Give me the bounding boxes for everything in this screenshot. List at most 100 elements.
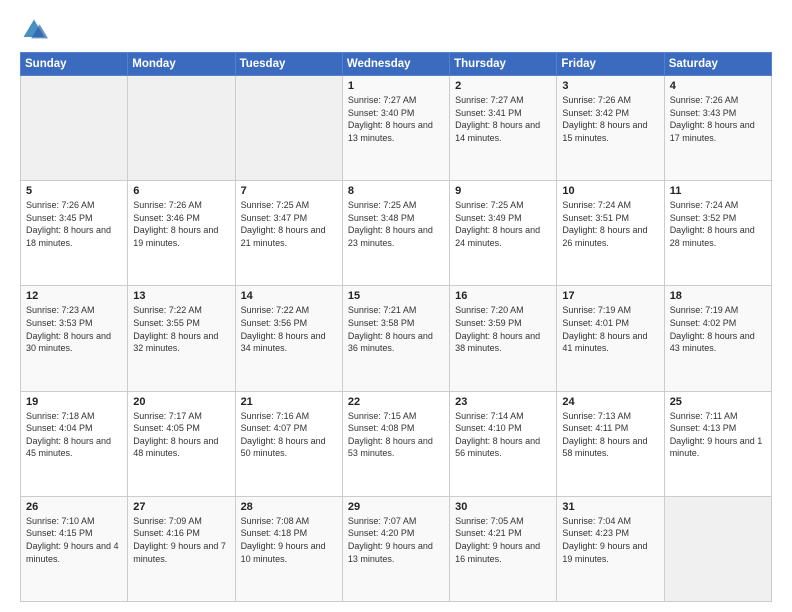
day-number: 12	[26, 290, 122, 302]
calendar-cell: 3 Sunrise: 7:26 AMSunset: 3:42 PMDaylight…	[557, 76, 664, 181]
calendar-week-5: 26 Sunrise: 7:10 AMSunset: 4:15 PMDayligh…	[21, 496, 772, 601]
day-number: 10	[562, 185, 658, 197]
day-info: Sunrise: 7:15 AMSunset: 4:08 PMDaylight:…	[348, 410, 444, 460]
day-number: 2	[455, 80, 551, 92]
day-number: 11	[670, 185, 766, 197]
weekday-header-sunday: Sunday	[21, 53, 128, 76]
calendar-cell: 2 Sunrise: 7:27 AMSunset: 3:41 PMDaylight…	[450, 76, 557, 181]
calendar-cell: 9Sunrise: 7:25 AMSunset: 3:49 PMDaylight…	[450, 181, 557, 286]
logo	[20, 16, 52, 44]
weekday-header-saturday: Saturday	[664, 53, 771, 76]
calendar-cell: 27Sunrise: 7:09 AMSunset: 4:16 PMDayligh…	[128, 496, 235, 601]
day-number: 3	[562, 80, 658, 92]
day-info: Sunrise: 7:27 AMSunset: 3:40 PMDaylight:…	[348, 94, 444, 144]
calendar-cell: 7 Sunrise: 7:25 AMSunset: 3:47 PMDaylight…	[235, 181, 342, 286]
calendar-cell: 26 Sunrise: 7:10 AMSunset: 4:15 PMDayligh…	[21, 496, 128, 601]
day-number: 7	[241, 185, 337, 197]
calendar-cell: 8 Sunrise: 7:25 AMSunset: 3:48 PMDaylight…	[342, 181, 449, 286]
calendar-cell: 23Sunrise: 7:14 AMSunset: 4:10 PMDayligh…	[450, 391, 557, 496]
calendar-cell: 4 Sunrise: 7:26 AMSunset: 3:43 PMDaylight…	[664, 76, 771, 181]
day-info: Sunrise: 7:04 AMSunset: 4:23 PMDaylight:…	[562, 515, 658, 565]
day-number: 14	[241, 290, 337, 302]
day-info: Sunrise: 7:07 AMSunset: 4:20 PMDaylight:…	[348, 515, 444, 565]
calendar-cell: 10 Sunrise: 7:24 AMSunset: 3:51 PMDayligh…	[557, 181, 664, 286]
day-number: 15	[348, 290, 444, 302]
day-info: Sunrise: 7:22 AMSunset: 3:56 PMDaylight:…	[241, 304, 337, 354]
day-number: 25	[670, 396, 766, 408]
calendar-cell: 6 Sunrise: 7:26 AMSunset: 3:46 PMDaylight…	[128, 181, 235, 286]
header	[20, 16, 772, 44]
day-info: Sunrise: 7:17 AMSunset: 4:05 PMDaylight:…	[133, 410, 229, 460]
day-info: Sunrise: 7:26 AMSunset: 3:46 PMDaylight:…	[133, 199, 229, 249]
weekday-header-tuesday: Tuesday	[235, 53, 342, 76]
calendar-cell: 1Sunrise: 7:27 AMSunset: 3:40 PMDaylight…	[342, 76, 449, 181]
weekday-header-wednesday: Wednesday	[342, 53, 449, 76]
day-number: 6	[133, 185, 229, 197]
day-number: 20	[133, 396, 229, 408]
day-info: Sunrise: 7:19 AMSunset: 4:02 PMDaylight:…	[670, 304, 766, 354]
weekday-header-thursday: Thursday	[450, 53, 557, 76]
calendar-cell	[128, 76, 235, 181]
day-number: 23	[455, 396, 551, 408]
calendar-week-1: 1Sunrise: 7:27 AMSunset: 3:40 PMDaylight…	[21, 76, 772, 181]
calendar-cell: 30Sunrise: 7:05 AMSunset: 4:21 PMDayligh…	[450, 496, 557, 601]
day-info: Sunrise: 7:23 AMSunset: 3:53 PMDaylight:…	[26, 304, 122, 354]
day-info: Sunrise: 7:26 AMSunset: 3:45 PMDaylight:…	[26, 199, 122, 249]
calendar-cell: 14 Sunrise: 7:22 AMSunset: 3:56 PMDayligh…	[235, 286, 342, 391]
page: SundayMondayTuesdayWednesdayThursdayFrid…	[0, 0, 792, 612]
day-info: Sunrise: 7:26 AMSunset: 3:43 PMDaylight:…	[670, 94, 766, 144]
calendar-table: SundayMondayTuesdayWednesdayThursdayFrid…	[20, 52, 772, 602]
calendar-cell: 18 Sunrise: 7:19 AMSunset: 4:02 PMDayligh…	[664, 286, 771, 391]
day-info: Sunrise: 7:18 AMSunset: 4:04 PMDaylight:…	[26, 410, 122, 460]
calendar-cell	[664, 496, 771, 601]
calendar-cell: 21 Sunrise: 7:16 AMSunset: 4:07 PMDayligh…	[235, 391, 342, 496]
calendar-week-2: 5Sunrise: 7:26 AMSunset: 3:45 PMDaylight…	[21, 181, 772, 286]
day-info: Sunrise: 7:25 AMSunset: 3:49 PMDaylight:…	[455, 199, 551, 249]
day-number: 16	[455, 290, 551, 302]
calendar-cell: 16 Sunrise: 7:20 AMSunset: 3:59 PMDayligh…	[450, 286, 557, 391]
day-number: 18	[670, 290, 766, 302]
logo-icon	[20, 16, 48, 44]
day-info: Sunrise: 7:16 AMSunset: 4:07 PMDaylight:…	[241, 410, 337, 460]
day-info: Sunrise: 7:27 AMSunset: 3:41 PMDaylight:…	[455, 94, 551, 144]
day-number: 28	[241, 501, 337, 513]
day-number: 31	[562, 501, 658, 513]
day-info: Sunrise: 7:08 AMSunset: 4:18 PMDaylight:…	[241, 515, 337, 565]
day-info: Sunrise: 7:10 AMSunset: 4:15 PMDaylight:…	[26, 515, 122, 565]
day-number: 26	[26, 501, 122, 513]
calendar-cell: 19 Sunrise: 7:18 AMSunset: 4:04 PMDayligh…	[21, 391, 128, 496]
calendar-cell: 29 Sunrise: 7:07 AMSunset: 4:20 PMDayligh…	[342, 496, 449, 601]
weekday-header-row: SundayMondayTuesdayWednesdayThursdayFrid…	[21, 53, 772, 76]
day-number: 19	[26, 396, 122, 408]
day-info: Sunrise: 7:20 AMSunset: 3:59 PMDaylight:…	[455, 304, 551, 354]
day-number: 30	[455, 501, 551, 513]
calendar-cell: 22Sunrise: 7:15 AMSunset: 4:08 PMDayligh…	[342, 391, 449, 496]
calendar-cell: 20 Sunrise: 7:17 AMSunset: 4:05 PMDayligh…	[128, 391, 235, 496]
day-info: Sunrise: 7:26 AMSunset: 3:42 PMDaylight:…	[562, 94, 658, 144]
weekday-header-friday: Friday	[557, 53, 664, 76]
calendar-cell: 24 Sunrise: 7:13 AMSunset: 4:11 PMDayligh…	[557, 391, 664, 496]
day-number: 13	[133, 290, 229, 302]
day-info: Sunrise: 7:13 AMSunset: 4:11 PMDaylight:…	[562, 410, 658, 460]
calendar-cell	[21, 76, 128, 181]
day-info: Sunrise: 7:19 AMSunset: 4:01 PMDaylight:…	[562, 304, 658, 354]
calendar-cell: 31 Sunrise: 7:04 AMSunset: 4:23 PMDayligh…	[557, 496, 664, 601]
calendar-cell: 12 Sunrise: 7:23 AMSunset: 3:53 PMDayligh…	[21, 286, 128, 391]
day-info: Sunrise: 7:25 AMSunset: 3:47 PMDaylight:…	[241, 199, 337, 249]
day-info: Sunrise: 7:22 AMSunset: 3:55 PMDaylight:…	[133, 304, 229, 354]
calendar-week-4: 19 Sunrise: 7:18 AMSunset: 4:04 PMDayligh…	[21, 391, 772, 496]
day-number: 21	[241, 396, 337, 408]
day-number: 29	[348, 501, 444, 513]
day-number: 8	[348, 185, 444, 197]
day-info: Sunrise: 7:24 AMSunset: 3:52 PMDaylight:…	[670, 199, 766, 249]
day-info: Sunrise: 7:24 AMSunset: 3:51 PMDaylight:…	[562, 199, 658, 249]
calendar-week-3: 12 Sunrise: 7:23 AMSunset: 3:53 PMDayligh…	[21, 286, 772, 391]
day-number: 24	[562, 396, 658, 408]
day-number: 17	[562, 290, 658, 302]
day-number: 4	[670, 80, 766, 92]
calendar-cell: 11 Sunrise: 7:24 AMSunset: 3:52 PMDayligh…	[664, 181, 771, 286]
day-info: Sunrise: 7:21 AMSunset: 3:58 PMDaylight:…	[348, 304, 444, 354]
calendar-cell: 25Sunrise: 7:11 AMSunset: 4:13 PMDayligh…	[664, 391, 771, 496]
day-info: Sunrise: 7:25 AMSunset: 3:48 PMDaylight:…	[348, 199, 444, 249]
weekday-header-monday: Monday	[128, 53, 235, 76]
